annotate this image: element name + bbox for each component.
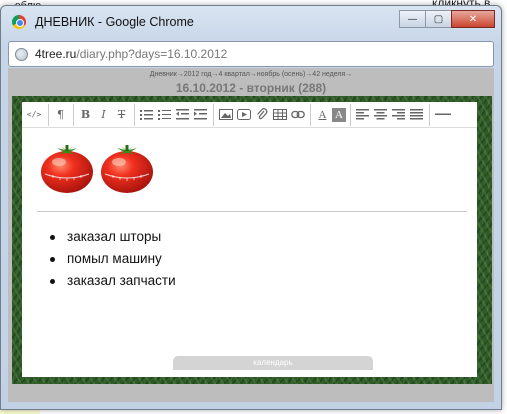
globe-icon <box>15 48 28 61</box>
ordered-list-icon[interactable] <box>156 106 173 124</box>
outdent-icon[interactable] <box>174 106 191 124</box>
image-icon[interactable] <box>217 106 234 124</box>
font-color-button[interactable]: A <box>314 106 331 124</box>
toolbar-separator <box>48 103 49 126</box>
attachment-icon[interactable] <box>253 106 270 124</box>
toolbar-separator <box>213 103 214 126</box>
window-title: ДНЕВНИК - Google Chrome <box>35 15 194 29</box>
list-item[interactable]: заказал шторы <box>50 226 176 248</box>
title-bar[interactable]: ДНЕВНИК - Google Chrome — ▢ ✕ <box>1 6 501 36</box>
breadcrumb: Дневник→2012 год→4 квартал→ноябрь (осень… <box>149 71 353 78</box>
page-bottom-bar <box>8 384 494 402</box>
paragraph-button[interactable]: ¶ <box>52 106 69 124</box>
url-path: /diary.php?days=16.10.2012 <box>76 47 228 61</box>
calendar-button[interactable]: календарь <box>173 356 373 370</box>
italic-button[interactable]: I <box>95 106 112 124</box>
close-button[interactable]: ✕ <box>451 10 495 28</box>
unordered-list-icon[interactable] <box>138 106 155 124</box>
align-justify-icon[interactable] <box>408 106 425 124</box>
list-item[interactable]: заказал запчасти <box>50 270 176 292</box>
table-icon[interactable] <box>271 106 288 124</box>
horizontal-divider <box>37 211 467 212</box>
toolbar-separator <box>73 103 74 126</box>
list-item[interactable]: помыл машину <box>50 248 176 270</box>
chrome-icon <box>12 15 26 29</box>
page-title: 16.10.2012 - вторник (288) <box>175 81 327 95</box>
maximize-button[interactable]: ▢ <box>425 10 452 28</box>
strikethrough-button[interactable]: T <box>113 106 130 124</box>
url-text[interactable]: 4tree.ru/diary.php?days=16.10.2012 <box>35 47 227 61</box>
align-right-icon[interactable] <box>390 106 407 124</box>
align-left-icon[interactable] <box>354 106 371 124</box>
window-controls: — ▢ ✕ <box>399 10 495 28</box>
tomato-timer-icon[interactable] <box>39 142 95 194</box>
align-center-icon[interactable] <box>372 106 389 124</box>
video-icon[interactable] <box>235 106 252 124</box>
pomodoro-tomatoes <box>39 142 159 194</box>
background-color-button[interactable]: A <box>332 107 346 122</box>
tomato-timer-icon[interactable] <box>99 142 155 194</box>
toolbar-separator <box>310 103 311 126</box>
minimize-button[interactable]: — <box>399 10 426 28</box>
toolbar-separator <box>429 103 430 126</box>
bold-button[interactable]: B <box>77 106 94 124</box>
address-bar[interactable]: 4tree.ru/diary.php?days=16.10.2012 <box>8 41 494 67</box>
horizontal-rule-icon[interactable] <box>433 106 453 124</box>
page-content: Дневник→2012 год→4 квартал→ноябрь (осень… <box>8 68 494 402</box>
editor[interactable]: </> ¶ B I T A A заказал шторы помыл маши… <box>22 102 477 377</box>
indent-icon[interactable] <box>192 106 209 124</box>
editor-toolbar: </> ¶ B I T A A <box>22 102 477 128</box>
toolbar-separator <box>134 103 135 126</box>
link-icon[interactable] <box>289 106 306 124</box>
diary-list[interactable]: заказал шторы помыл машину заказал запча… <box>50 226 176 292</box>
grass-background: </> ¶ B I T A A заказал шторы помыл маши… <box>12 96 492 384</box>
toolbar-separator <box>350 103 351 126</box>
html-code-button[interactable]: </> <box>24 106 44 124</box>
chrome-window: ДНЕВНИК - Google Chrome — ▢ ✕ 4tree.ru/d… <box>0 5 502 410</box>
url-domain: 4tree.ru <box>35 47 77 61</box>
